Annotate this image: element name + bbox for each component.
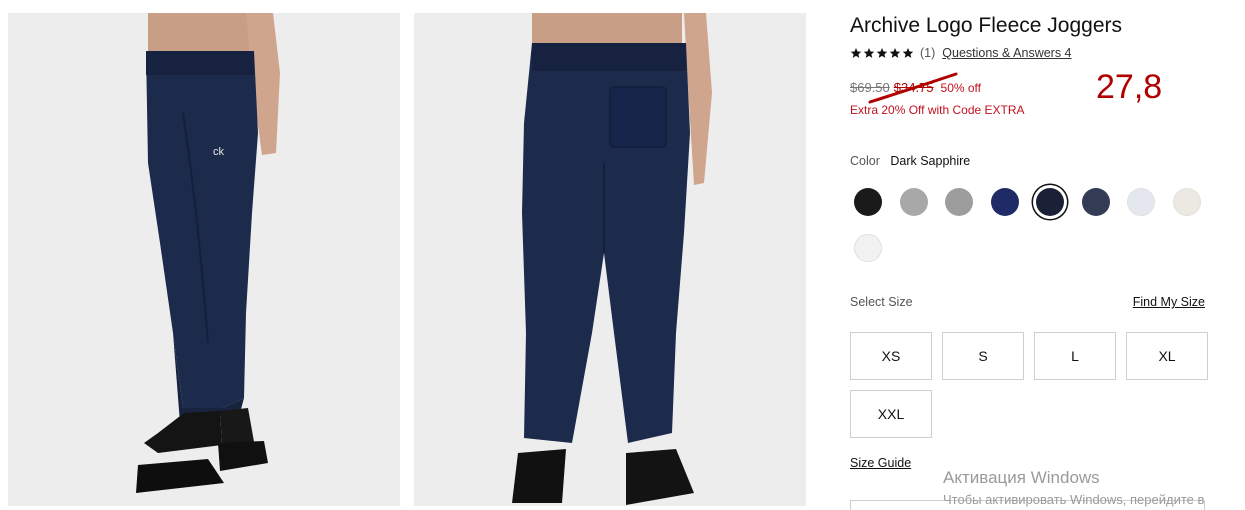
size-button-s[interactable]: S [942,332,1024,380]
product-details-panel: Archive Logo Fleece Joggers (1) Question… [850,0,1245,510]
color-swatch-slate-navy[interactable] [1082,188,1110,216]
review-count[interactable]: (1) [920,46,935,60]
joggers-back-illustration [414,13,806,506]
color-swatch-navy[interactable] [991,188,1019,216]
size-guide-link[interactable]: Size Guide [850,456,911,470]
star-rating[interactable] [850,47,914,59]
size-button-l[interactable]: L [1034,332,1116,380]
star-icon [902,48,914,58]
color-swatch-white[interactable] [854,234,882,262]
size-header: Select Size Find My Size [850,295,1205,309]
color-swatch-dark-sapphire[interactable] [1036,188,1064,216]
handwritten-price-annotation: 27,8 [1096,68,1163,106]
product-image-back[interactable] [414,13,806,506]
star-icon [863,48,875,58]
color-label-row: Color Dark Sapphire [850,154,970,168]
select-size-label: Select Size [850,295,913,309]
next-section-box [850,500,1205,510]
selected-color-name: Dark Sapphire [890,154,971,168]
promo-text: Extra 20% Off with Code EXTRA [850,103,1025,117]
size-button-xxl[interactable]: XXL [850,390,932,438]
star-icon [889,48,901,58]
joggers-front-illustration: ck [8,13,400,506]
rating-row: (1) Questions & Answers 4 [850,46,1072,60]
color-swatch-light-gray-heather[interactable] [900,188,928,216]
color-swatch-cream[interactable] [1173,188,1201,216]
product-image-front[interactable]: ck [8,13,400,506]
svg-text:ck: ck [213,146,225,158]
color-swatch-gray[interactable] [945,188,973,216]
questions-answers-link[interactable]: Questions & Answers 4 [942,46,1071,60]
size-button-xs[interactable]: XS [850,332,932,380]
color-swatch-black[interactable] [854,188,882,216]
color-label: Color [850,154,880,168]
color-swatch-light-blue[interactable] [1127,188,1155,216]
find-my-size-link[interactable]: Find My Size [1133,295,1205,309]
product-title: Archive Logo Fleece Joggers [850,14,1122,37]
star-icon [876,48,888,58]
star-icon [850,48,862,58]
size-button-xl[interactable]: XL [1126,332,1208,380]
